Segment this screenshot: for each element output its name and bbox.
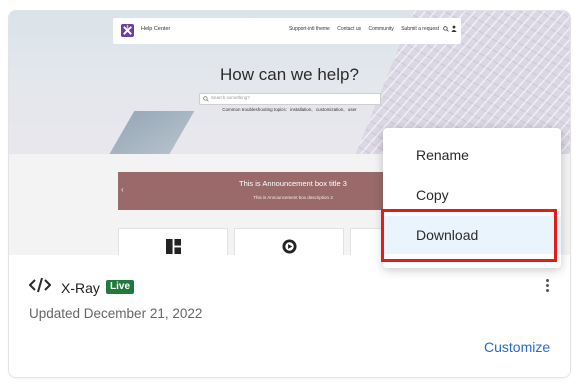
hero-building-shadow bbox=[99, 111, 195, 154]
popular-topic: installation, bbox=[290, 107, 313, 112]
hero-title: How can we help? bbox=[220, 65, 359, 84]
preview-nav: Support-intl theme Contact us Community … bbox=[283, 26, 439, 32]
search-icon bbox=[203, 96, 209, 102]
hero-search-placeholder: Search something? bbox=[211, 95, 250, 100]
preview-nav-item: Support-intl theme bbox=[288, 26, 330, 32]
card-info: X-Ray Live Updated December 21, 2022 Cus… bbox=[9, 255, 570, 377]
user-icon bbox=[451, 25, 457, 32]
preview-nav-item: Submit a request bbox=[401, 26, 439, 32]
live-badge: Live bbox=[106, 280, 135, 294]
category-tile bbox=[234, 228, 344, 255]
app-name: X-Ray bbox=[61, 280, 100, 296]
search-icon bbox=[443, 26, 449, 32]
popular-topic: customization, bbox=[315, 107, 345, 112]
hero-popular-topics: Common troubleshooting topics: installat… bbox=[9, 107, 570, 112]
menu-item-download[interactable]: Download bbox=[383, 216, 561, 254]
preview-nav-item: Contact us bbox=[337, 26, 362, 32]
menu-item-rename[interactable]: Rename bbox=[383, 136, 561, 174]
help-center-name: Help Center bbox=[141, 26, 171, 32]
menu-item-copy[interactable]: Copy bbox=[383, 176, 561, 214]
category-tile bbox=[118, 228, 228, 255]
code-icon bbox=[29, 277, 51, 293]
updated-date: Updated December 21, 2022 bbox=[29, 306, 203, 321]
layout-icon bbox=[166, 239, 181, 254]
preview-nav-item: Community bbox=[368, 26, 394, 32]
help-center-logo-icon bbox=[121, 24, 134, 37]
popular-topic: Common troubleshooting topics: bbox=[222, 107, 287, 112]
preview-topbar: Help Center Support-intl theme Contact u… bbox=[113, 18, 461, 44]
video-icon bbox=[282, 239, 297, 254]
popular-topic: user bbox=[347, 107, 357, 112]
customize-link[interactable]: Customize bbox=[484, 339, 550, 355]
context-menu: Rename Copy Download bbox=[383, 128, 561, 268]
hero-search-input: Search something? bbox=[199, 93, 381, 105]
more-vertical-icon[interactable] bbox=[542, 279, 552, 297]
